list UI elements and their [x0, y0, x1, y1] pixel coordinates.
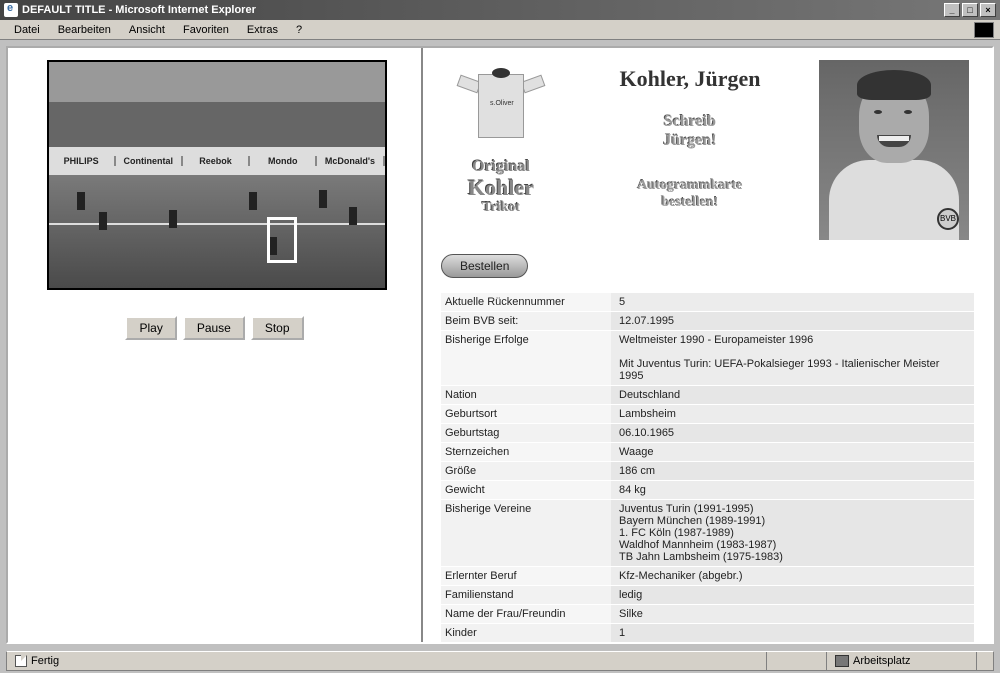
ad-5: McDonald's [317, 156, 384, 166]
window-title: DEFAULT TITLE - Microsoft Internet Explo… [22, 4, 944, 16]
autogramm-link[interactable]: Autogrammkarte bestellen! [575, 178, 805, 212]
jersey-sponsor-text: s.Oliver [490, 100, 514, 107]
info-value: 06.10.1965 [611, 424, 974, 442]
window-minimize-button[interactable]: _ [944, 3, 960, 17]
info-value: 84 kg [611, 481, 974, 499]
status-bar: Fertig Arbeitsplatz [6, 651, 994, 671]
menu-datei[interactable]: Datei [6, 22, 48, 38]
window-titlebar: DEFAULT TITLE - Microsoft Internet Explo… [0, 0, 1000, 20]
info-row: Kinder1 [441, 623, 974, 642]
info-label: Aktuelle Rückennummer [441, 293, 611, 311]
info-value: Waage [611, 443, 974, 461]
info-label: Kinder [441, 624, 611, 642]
ad-1: PHILIPS [49, 156, 116, 166]
info-row: Name der Frau/FreundinSilke [441, 604, 974, 623]
info-value: 1 [611, 624, 974, 642]
info-label: Gewicht [441, 481, 611, 499]
window-close-button[interactable]: × [980, 3, 996, 17]
menubar: Datei Bearbeiten Ansicht Favoriten Extra… [0, 20, 1000, 40]
stop-button[interactable]: Stop [251, 316, 304, 340]
info-row: Beim BVB seit:12.07.1995 [441, 311, 974, 330]
menu-bearbeiten[interactable]: Bearbeiten [50, 22, 119, 38]
info-label: Nation [441, 386, 611, 404]
ie-icon [4, 3, 18, 17]
info-value: Deutschland [611, 386, 974, 404]
info-label: Sternzeichen [441, 443, 611, 461]
player-highlight-box [267, 217, 297, 263]
player-portrait: BVB [819, 60, 969, 240]
info-label: Beim BVB seit: [441, 312, 611, 330]
info-value: ledig [611, 586, 974, 604]
jersey-image: s.Oliver [456, 60, 546, 150]
ad-boards: PHILIPS Continental Reebok Mondo McDonal… [49, 147, 385, 175]
info-row: Bisherige ErfolgeWeltmeister 1990 - Euro… [441, 330, 974, 385]
order-button[interactable]: Bestellen [441, 254, 528, 278]
info-label: Geburtstag [441, 424, 611, 442]
ie-throbber-icon [974, 22, 994, 38]
info-label: Name der Frau/Freundin [441, 605, 611, 623]
info-label: Bisherige Erfolge [441, 331, 611, 385]
info-row: Aktuelle Rückennummer5 [441, 292, 974, 311]
info-value: Lambsheim [611, 405, 974, 423]
security-zone: Arbeitsplatz [853, 655, 910, 667]
video-controls: Play Pause Stop [125, 316, 303, 340]
trikot-line1: Original [441, 158, 561, 176]
info-row: GeburtsortLambsheim [441, 404, 974, 423]
menu-ansicht[interactable]: Ansicht [121, 22, 173, 38]
info-row: Geburtstag06.10.1965 [441, 423, 974, 442]
info-value: Kfz-Mechaniker (abgebr.) [611, 567, 974, 585]
autogramm-line2: bestellen! [575, 195, 805, 212]
content-area: PHILIPS Continental Reebok Mondo McDonal… [6, 46, 994, 644]
player-name: Kohler, Jürgen [575, 66, 805, 92]
info-row: SternzeichenWaage [441, 442, 974, 461]
info-row: Größe186 cm [441, 461, 974, 480]
computer-icon [835, 655, 849, 667]
info-row: Gewicht84 kg [441, 480, 974, 499]
schreib-line1: Schreib [575, 112, 805, 131]
menu-help[interactable]: ? [288, 22, 310, 38]
pause-button[interactable]: Pause [183, 316, 245, 340]
trikot-line2: Kohler [441, 176, 561, 200]
club-badge-icon: BVB [937, 208, 959, 230]
info-value: 186 cm [611, 462, 974, 480]
ad-4: Mondo [250, 156, 317, 166]
info-value: Silke [611, 605, 974, 623]
info-row: Erlernter BerufKfz-Mechaniker (abgebr.) [441, 566, 974, 585]
video-pane: PHILIPS Continental Reebok Mondo McDonal… [8, 48, 423, 642]
window-maximize-button[interactable]: □ [962, 3, 978, 17]
info-label: Familienstand [441, 586, 611, 604]
player-info-table: Aktuelle Rückennummer5Beim BVB seit:12.0… [441, 292, 974, 642]
ad-3: Reebok [183, 156, 250, 166]
document-icon [15, 655, 27, 667]
info-label: Bisherige Vereine [441, 500, 611, 566]
info-row: NationDeutschland [441, 385, 974, 404]
video-frame[interactable]: PHILIPS Continental Reebok Mondo McDonal… [47, 60, 387, 290]
trikot-line3: Trikot [441, 200, 561, 215]
profile-pane: s.Oliver Original Kohler Trikot Kohler, … [423, 48, 992, 642]
info-label: Erlernter Beruf [441, 567, 611, 585]
info-value: Juventus Turin (1991-1995) Bayern Münche… [611, 500, 974, 566]
info-value: Weltmeister 1990 - Europameister 1996 Mi… [611, 331, 974, 385]
info-value: 12.07.1995 [611, 312, 974, 330]
trikot-promo: Original Kohler Trikot [441, 158, 561, 215]
info-value: 5 [611, 293, 974, 311]
autogramm-line1: Autogrammkarte [575, 178, 805, 195]
info-label: Geburtsort [441, 405, 611, 423]
schreib-line2: Jürgen! [575, 131, 805, 150]
menu-extras[interactable]: Extras [239, 22, 286, 38]
schreib-link[interactable]: Schreib Jürgen! [575, 112, 805, 150]
info-label: Größe [441, 462, 611, 480]
menu-favoriten[interactable]: Favoriten [175, 22, 237, 38]
status-text: Fertig [31, 655, 59, 667]
info-row: Familienstandledig [441, 585, 974, 604]
play-button[interactable]: Play [125, 316, 176, 340]
info-row: Bisherige VereineJuventus Turin (1991-19… [441, 499, 974, 566]
ad-2: Continental [116, 156, 183, 166]
